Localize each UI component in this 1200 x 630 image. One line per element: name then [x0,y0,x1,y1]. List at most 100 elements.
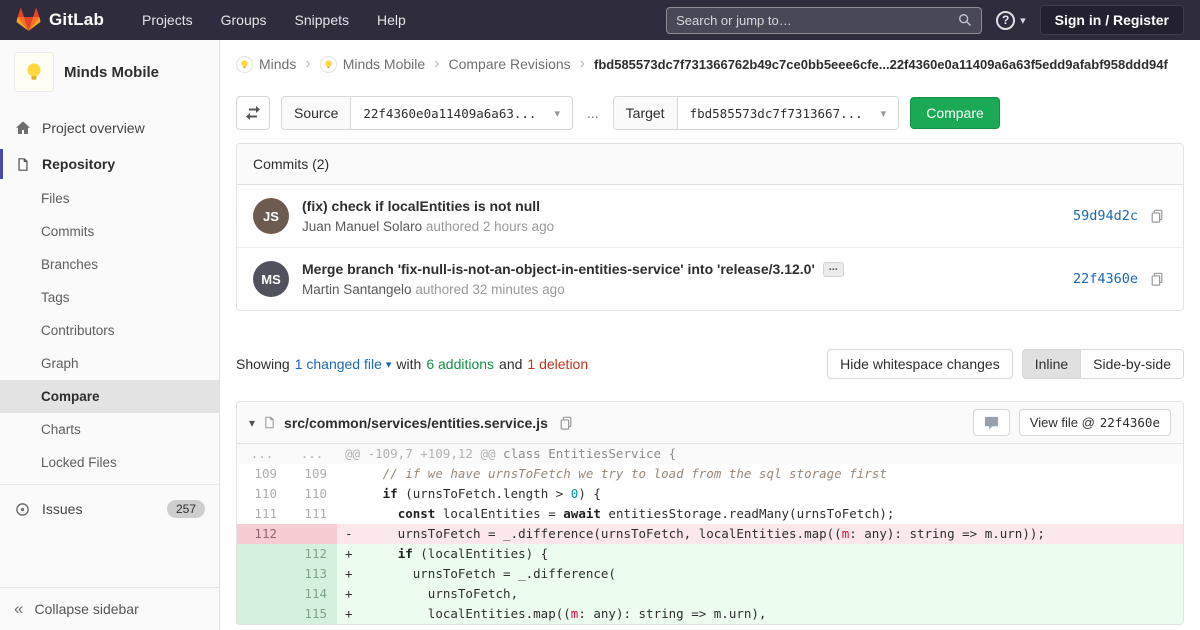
sidebar-item-compare[interactable]: Compare [0,380,219,413]
old-line-number[interactable]: 111 [237,504,287,524]
commit-author-link[interactable]: Martin Santangelo [302,282,412,297]
diff-file-panel: ▾ src/common/services/entities.service.j… [236,401,1184,625]
changed-files-count: 1 changed file [294,356,382,372]
source-revision-dropdown[interactable]: 22f4360e0a11409a6a63... ▾ [351,97,572,129]
search-input[interactable] [676,12,959,28]
old-line-number[interactable] [237,544,287,564]
copy-sha-button[interactable] [1147,206,1167,226]
sidebar-item-graph[interactable]: Graph [0,347,219,380]
compare-button[interactable]: Compare [910,97,1000,129]
sidebar-item-branches[interactable]: Branches [0,248,219,281]
sign-in-button[interactable]: Sign in / Register [1039,5,1184,35]
commit-title-link[interactable]: (fix) check if localEntities is not null [302,198,540,214]
old-line-number[interactable] [237,584,287,604]
commit-sha-link[interactable]: 59d94d2c [1073,208,1138,224]
search-input-wrapper [666,6,983,34]
diff-line: 114 + urnsToFetch, [237,584,1183,604]
line-content: if (urnsToFetch.length > 0) { [382,486,601,501]
inline-view-button[interactable]: Inline [1021,349,1082,379]
commit-author-avatar: MS [253,261,289,297]
diff-file-path[interactable]: src/common/services/entities.service.js [284,415,548,431]
sidebar-item-label: Project overview [42,120,145,136]
breadcrumb-page-label: Compare Revisions [448,56,571,72]
new-line-number[interactable]: 112 [287,544,337,564]
old-line-number[interactable] [237,564,287,584]
commits-panel: Commits (2) JS (fix) check if localEntiti… [236,143,1184,311]
sidebar-item-locked-files[interactable]: Locked Files [0,446,219,479]
target-revision-dropdown[interactable]: fbd585573dc7f7313667... ▾ [678,97,899,129]
target-revision-value: fbd585573dc7f7313667... [689,105,863,121]
home-icon [14,120,31,136]
primary-nav: Projects Groups Snippets Help [132,6,416,34]
new-line-number[interactable]: 109 [287,464,337,484]
sidebar-item-charts[interactable]: Charts [0,413,219,446]
side-by-side-view-button[interactable]: Side-by-side [1081,349,1184,379]
sidebar-item-contributors[interactable]: Contributors [0,314,219,347]
source-label: Source [282,97,352,129]
search-icon[interactable] [958,13,972,27]
repo-subitems: Files Commits Branches Tags Contributors Grap… [0,182,219,479]
commit-author-link[interactable]: Juan Manuel Solaro [302,219,422,234]
collapse-diff-caret-icon[interactable]: ▾ [249,416,255,430]
nav-snippets[interactable]: Snippets [285,6,359,34]
copy-file-path-button[interactable] [556,413,576,433]
view-file-button[interactable]: View file @ 22f4360e [1018,409,1171,436]
new-line-number[interactable]: 111 [287,504,337,524]
sidebar-item-project-overview[interactable]: Project overview [0,110,219,146]
sidebar-item-files[interactable]: Files [0,182,219,215]
sidebar-item-repository[interactable]: Repository [0,146,219,182]
collapse-sidebar-button[interactable]: « Collapse sidebar [0,587,219,630]
breadcrumb-compare-range: fbd585573dc7f731366762b49c7ce0bb5eee6cfe… [594,56,1168,72]
breadcrumb: Minds › Minds Mobile › Compare Revisions… [236,40,1184,88]
project-name: Minds Mobile [64,63,159,81]
new-line-number[interactable]: 115 [287,604,337,624]
sidebar-item-tags[interactable]: Tags [0,281,219,314]
help-dropdown[interactable]: ? ▾ [996,10,1026,30]
sidebar-divider [0,484,219,485]
gitlab-logo[interactable]: GitLab [16,8,104,32]
commit-title-link[interactable]: Merge branch 'fix-null-is-not-an-object-… [302,261,815,277]
nav-help[interactable]: Help [367,6,416,34]
body-wrap: Minds Mobile Project overview Repository… [0,40,1200,630]
project-header[interactable]: Minds Mobile [0,40,219,102]
old-line-number[interactable] [237,604,287,624]
target-revision-group: Target fbd585573dc7f7313667... ▾ [612,96,900,130]
commit-message-expander[interactable]: ... [822,261,844,277]
nav-projects[interactable]: Projects [132,6,203,34]
old-line-number[interactable]: 110 [237,484,287,504]
swap-revisions-button[interactable] [236,96,270,130]
copy-sha-button[interactable] [1147,269,1167,289]
breadcrumb-separator-icon: › [434,55,440,72]
hide-whitespace-button[interactable]: Hide whitespace changes [827,349,1013,379]
nav-groups[interactable]: Groups [211,6,277,34]
commit-main: Merge branch 'fix-null-is-not-an-object-… [302,261,1060,297]
old-line-number[interactable]: 109 [237,464,287,484]
line-content: const localEntities = await entitiesStor… [397,506,895,521]
new-line-number[interactable]: 110 [287,484,337,504]
breadcrumb-compare-revisions[interactable]: Compare Revisions [449,56,571,72]
breadcrumb-project[interactable]: Minds Mobile [319,55,425,73]
new-line-number[interactable] [287,524,337,544]
brand-text: GitLab [49,10,105,29]
new-line-number[interactable]: 114 [287,584,337,604]
chevron-down-icon: ▾ [554,107,560,120]
toggle-comments-button[interactable] [972,409,1010,436]
diff-file-header: ▾ src/common/services/entities.service.j… [237,402,1183,444]
and-label: and [499,356,523,372]
revision-range-dots: ... [586,105,599,121]
collapse-label: Collapse sidebar [34,601,139,617]
commit-sha-link[interactable]: 22f4360e [1073,271,1138,287]
issues-count-badge: 257 [166,500,205,518]
new-line-number[interactable]: 113 [287,564,337,584]
sidebar-item-issues[interactable]: Issues 257 [0,490,219,528]
diff-lines: ...... @@ -109,7 +109,12 @@ class Entitie… [237,444,1183,624]
diff-view-toggle: Inline Side-by-side [1021,349,1184,379]
line-content: + urnsToFetch = _.difference( [345,566,616,581]
source-revision-group: Source 22f4360e0a11409a6a63... ▾ [281,96,573,130]
sidebar-item-commits[interactable]: Commits [0,215,219,248]
diff-stats-bar: Showing 1 changed file ▾ with 6 addition… [236,349,1184,379]
old-line-number[interactable]: 112 [237,524,287,544]
changed-files-dropdown[interactable]: 1 changed file ▾ [295,356,392,372]
diff-line: ...... @@ -109,7 +109,12 @@ class Entitie… [237,444,1183,464]
breadcrumb-group[interactable]: Minds [236,55,296,73]
